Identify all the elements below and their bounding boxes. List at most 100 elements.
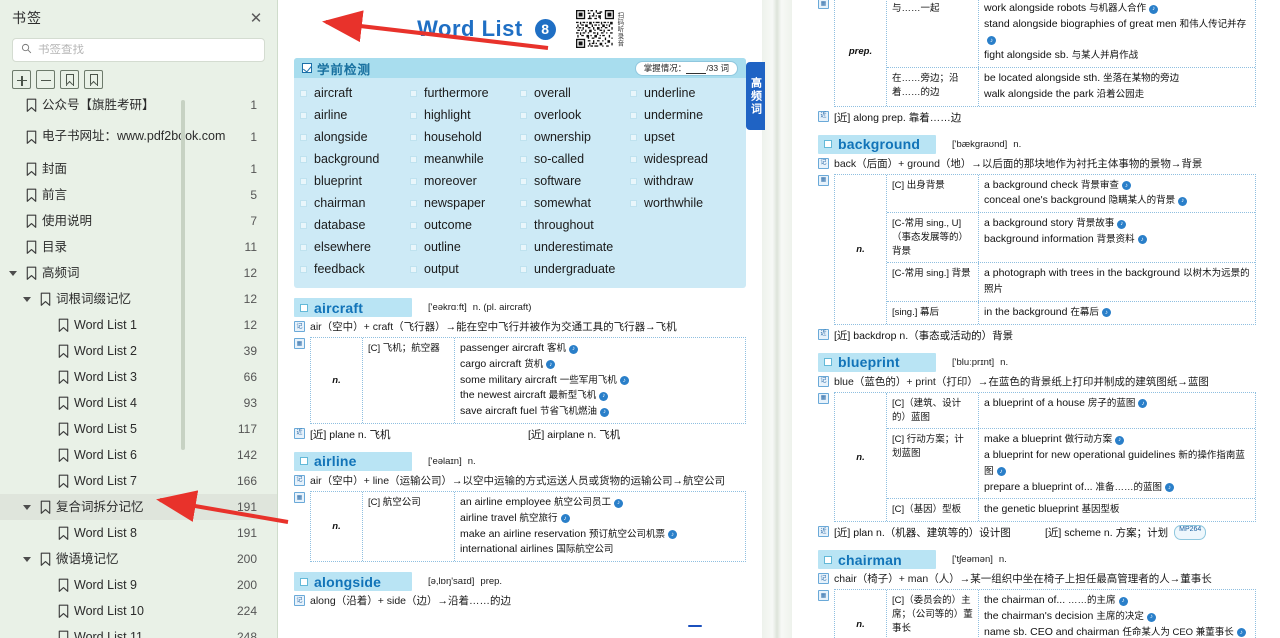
headword-checkbox-icon[interactable] — [824, 140, 832, 148]
word-checkbox-icon[interactable] — [520, 89, 527, 97]
pretest-word[interactable]: overlook — [520, 104, 630, 126]
word-checkbox-icon[interactable] — [630, 89, 637, 97]
headword-checkbox-icon[interactable] — [300, 457, 308, 466]
bookmark-item[interactable]: 目录 11 — [0, 234, 277, 260]
pretest-word[interactable]: elsewhere — [300, 236, 410, 258]
pretest-word[interactable]: undergraduate — [520, 258, 630, 280]
mastery-blank[interactable] — [686, 62, 707, 74]
audio-icon[interactable]: ♪ — [1118, 596, 1128, 606]
pretest-word[interactable]: underestimate — [520, 236, 630, 258]
word-checkbox-icon[interactable] — [300, 177, 307, 185]
pretest-word[interactable]: furthermore — [410, 82, 520, 104]
pretest-word[interactable]: upset — [630, 126, 740, 148]
headword-checkbox-icon[interactable] — [300, 577, 308, 586]
bookmark-item[interactable]: Word List 9 200 — [0, 572, 277, 598]
audio-icon[interactable]: ♪ — [987, 36, 996, 45]
audio-icon[interactable]: ♪ — [1178, 196, 1188, 206]
audio-icon[interactable]: ♪ — [568, 344, 578, 354]
audio-icon[interactable]: ♪ — [599, 407, 609, 417]
pretest-word[interactable]: household — [410, 126, 520, 148]
bookmark-item[interactable]: Word List 2 39 — [0, 338, 277, 364]
word-checkbox-icon[interactable] — [520, 265, 527, 273]
pretest-word[interactable]: aircraft — [300, 82, 410, 104]
word-checkbox-icon[interactable] — [410, 111, 417, 119]
pretest-word[interactable]: outline — [410, 236, 520, 258]
word-checkbox-icon[interactable] — [410, 133, 417, 141]
pretest-word[interactable]: alongside — [300, 126, 410, 148]
sidebar-scrollbar[interactable] — [181, 100, 185, 450]
bookmark-item[interactable]: Word List 3 66 — [0, 364, 277, 390]
pretest-word[interactable]: blueprint — [300, 170, 410, 192]
bookmark-list[interactable]: 公众号【旗胜考研】 1 电子书网址：www.pdf2book.com 1 封面 1 前言 5 使… — [0, 92, 277, 638]
add-bookmark-icon[interactable] — [60, 70, 79, 89]
bookmark-item[interactable]: 词根词缀记忆 12 — [0, 286, 277, 312]
word-checkbox-icon[interactable] — [410, 221, 417, 229]
chevron-down-icon[interactable] — [20, 505, 34, 510]
pretest-word[interactable]: newspaper — [410, 192, 520, 214]
pretest-word[interactable]: background — [300, 148, 410, 170]
expand-all-icon[interactable] — [12, 70, 31, 89]
audio-icon[interactable]: ♪ — [1117, 219, 1127, 229]
bookmark-item[interactable]: Word List 6 142 — [0, 442, 277, 468]
pretest-word[interactable]: database — [300, 214, 410, 236]
pretest-word[interactable]: airline — [300, 104, 410, 126]
word-checkbox-icon[interactable] — [630, 133, 637, 141]
word-checkbox-icon[interactable] — [410, 89, 417, 97]
word-checkbox-icon[interactable] — [300, 199, 307, 207]
bookmark-item[interactable]: Word List 8 191 — [0, 520, 277, 546]
bookmark-item[interactable]: 封面 1 — [0, 156, 277, 182]
document-viewport[interactable]: Word List 8 扫码听录音 学前检测 掌握情况： /33 词 aircr… — [278, 0, 1280, 638]
bookmark-item[interactable]: 复合词拆分记忆 191 — [0, 494, 277, 520]
word-checkbox-icon[interactable] — [300, 265, 307, 273]
audio-icon[interactable]: ♪ — [1165, 483, 1175, 493]
pretest-word[interactable]: undermine — [630, 104, 740, 126]
audio-icon[interactable]: ♪ — [1115, 435, 1125, 445]
delete-bookmark-icon[interactable] — [84, 70, 103, 89]
pretest-word[interactable]: software — [520, 170, 630, 192]
bookmark-item[interactable]: Word List 1 12 — [0, 312, 277, 338]
word-checkbox-icon[interactable] — [300, 221, 307, 229]
word-checkbox-icon[interactable] — [520, 221, 527, 229]
word-checkbox-icon[interactable] — [630, 177, 637, 185]
audio-icon[interactable]: ♪ — [1138, 399, 1148, 409]
audio-icon[interactable]: ♪ — [599, 391, 609, 401]
word-checkbox-icon[interactable] — [630, 155, 637, 163]
word-checkbox-icon[interactable] — [410, 199, 417, 207]
pretest-word[interactable]: moreover — [410, 170, 520, 192]
bookmark-search-box[interactable] — [12, 38, 265, 62]
word-checkbox-icon[interactable] — [520, 155, 527, 163]
headword-checkbox-icon[interactable] — [824, 358, 832, 367]
word-checkbox-icon[interactable] — [520, 199, 527, 207]
audio-icon[interactable]: ♪ — [668, 530, 677, 540]
word-checkbox-icon[interactable] — [410, 177, 417, 185]
bookmark-item[interactable]: Word List 11 248 — [0, 624, 277, 638]
pretest-word[interactable]: overall — [520, 82, 630, 104]
close-icon[interactable]: ✕ — [245, 7, 267, 29]
word-checkbox-icon[interactable] — [520, 177, 527, 185]
bookmark-item[interactable]: 电子书网址：www.pdf2book.com 1 — [0, 118, 277, 156]
chevron-down-icon[interactable] — [20, 557, 34, 562]
bookmark-item[interactable]: 前言 5 — [0, 182, 277, 208]
pretest-word[interactable]: somewhat — [520, 192, 630, 214]
word-checkbox-icon[interactable] — [410, 243, 417, 251]
word-checkbox-icon[interactable] — [520, 243, 527, 251]
headword-checkbox-icon[interactable] — [824, 555, 832, 564]
bookmark-item[interactable]: 微语境记忆 200 — [0, 546, 277, 572]
audio-icon[interactable]: ♪ — [1146, 612, 1156, 622]
pretest-word[interactable]: widespread — [630, 148, 740, 170]
chevron-down-icon[interactable] — [6, 271, 20, 276]
pretest-word[interactable]: ownership — [520, 126, 630, 148]
headword-checkbox-icon[interactable] — [300, 303, 308, 312]
pretest-word[interactable]: chairman — [300, 192, 410, 214]
audio-icon[interactable]: ♪ — [1149, 4, 1159, 14]
word-checkbox-icon[interactable] — [300, 89, 307, 97]
audio-icon[interactable]: ♪ — [1121, 181, 1131, 191]
bookmark-item[interactable]: 使用说明 7 — [0, 208, 277, 234]
pretest-word[interactable]: worthwhile — [630, 192, 740, 214]
thumb-tab-left[interactable]: 高频词 — [746, 62, 765, 130]
pretest-word[interactable]: meanwhile — [410, 148, 520, 170]
word-checkbox-icon[interactable] — [520, 111, 527, 119]
word-checkbox-icon[interactable] — [410, 265, 417, 273]
audio-icon[interactable]: ♪ — [546, 360, 556, 370]
chevron-down-icon[interactable] — [20, 297, 34, 302]
